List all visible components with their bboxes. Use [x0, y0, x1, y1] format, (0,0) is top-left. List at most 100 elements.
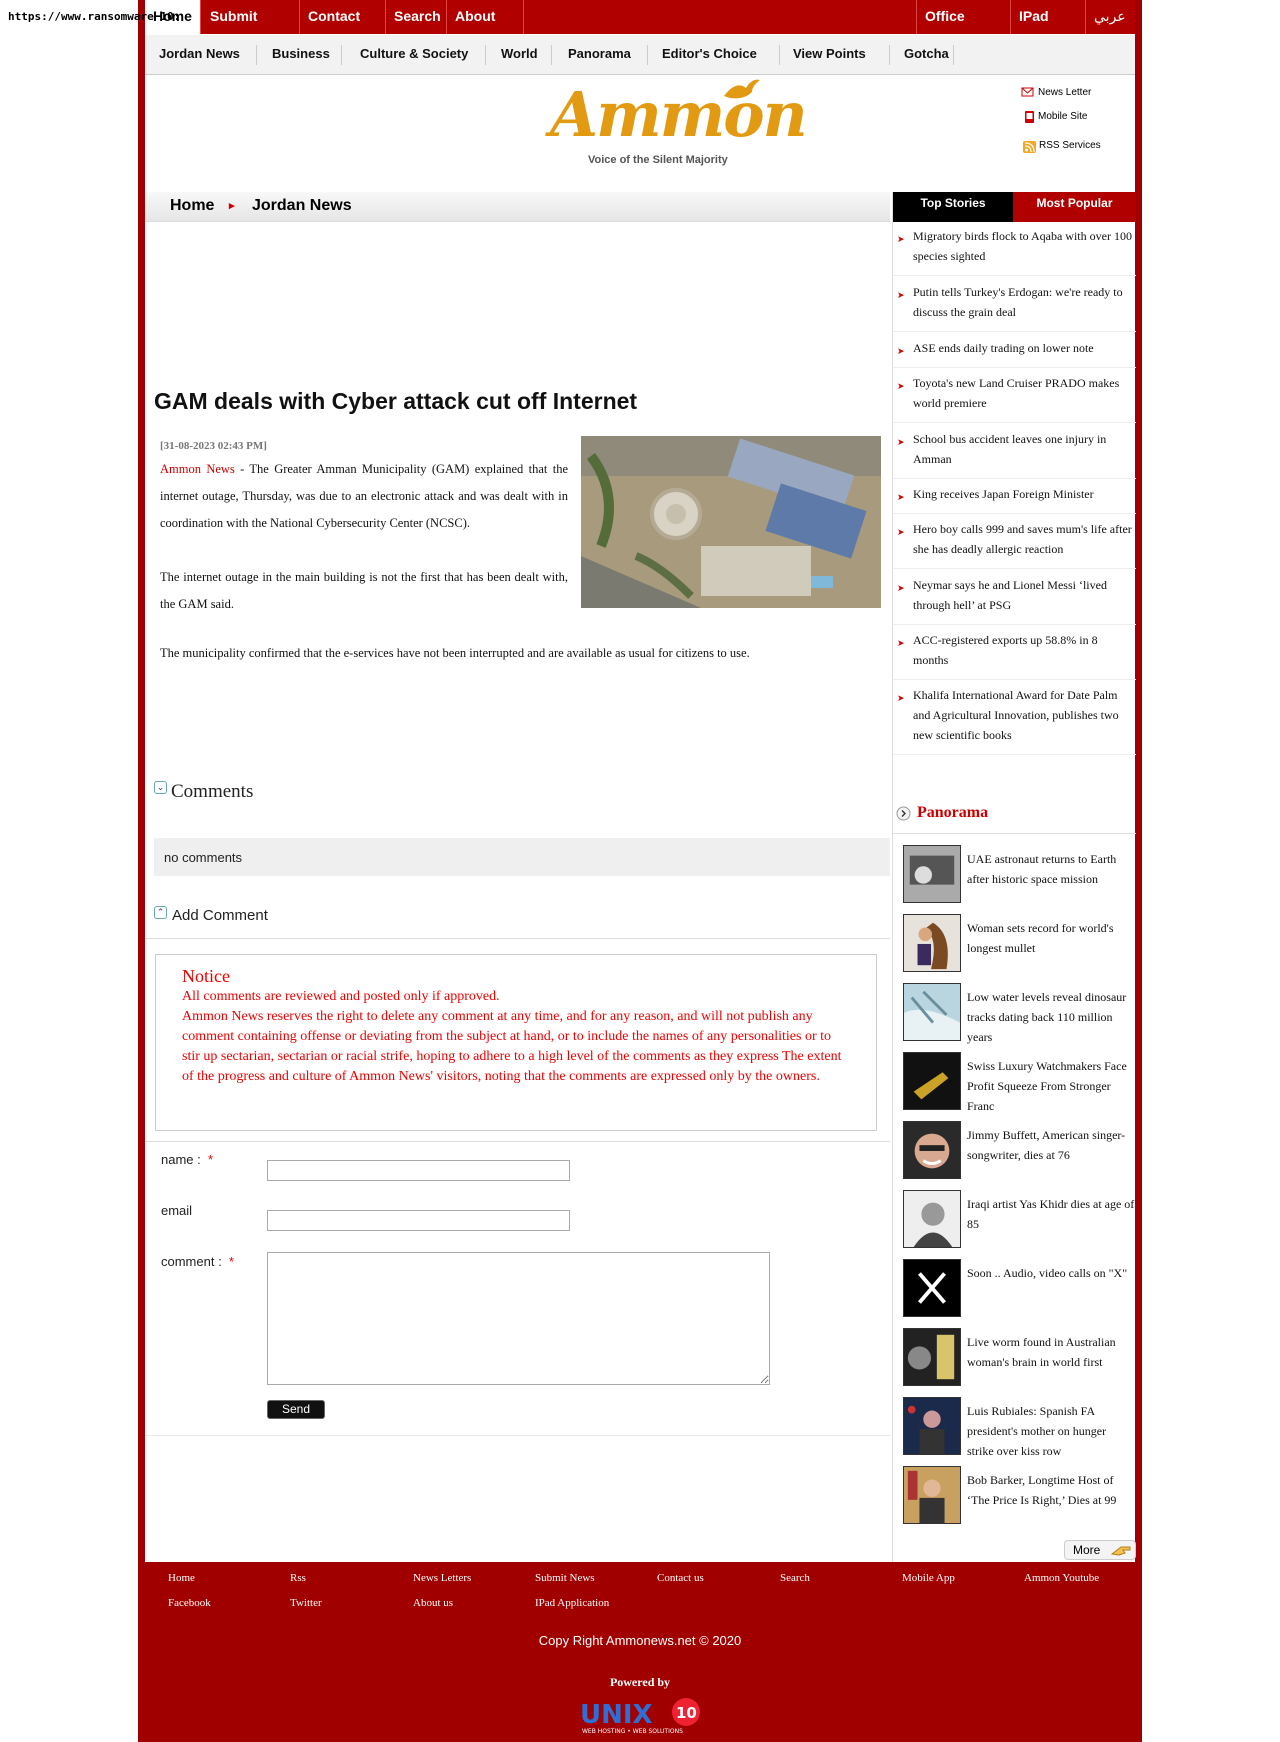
nav-view-points[interactable]: View Points [793, 46, 866, 61]
mobile-icon [1025, 111, 1034, 123]
nav-culture-society[interactable]: Culture & Society [360, 46, 468, 61]
arrow-icon: ➤ [897, 381, 905, 391]
footer-link-youtube[interactable]: Ammon Youtube [1024, 1572, 1099, 1584]
comment-textarea[interactable] [267, 1252, 770, 1385]
footer-link-facebook[interactable]: Facebook [168, 1597, 211, 1609]
expand-icon[interactable]: ⌃ [154, 906, 167, 919]
email-field[interactable] [267, 1210, 570, 1231]
panorama-item-title: Woman sets record for world's longest mu… [967, 921, 1114, 955]
site-logo[interactable]: Ammon Voice of the Silent Majority [550, 78, 808, 170]
nav-editors-choice[interactable]: Editor's Choice [662, 46, 757, 61]
tab-top-stories[interactable]: Top Stories [893, 192, 1013, 222]
footer-link-newsletters[interactable]: News Letters [413, 1572, 471, 1584]
panorama-item[interactable]: Swiss Luxury Watchmakers Face Profit Squ… [903, 1052, 1133, 1113]
arrow-icon: ➤ [897, 492, 905, 502]
thumbnail-image [903, 845, 961, 903]
panorama-item-title: Iraqi artist Yas Khidr dies at age of 85 [967, 1197, 1135, 1231]
arrow-icon: ➤ [897, 527, 905, 537]
panorama-item[interactable]: Bob Barker, Longtime Host of ‘The Price … [903, 1466, 1133, 1524]
footer-link-search[interactable]: Search [780, 1572, 810, 1584]
collapse-icon[interactable]: ⌄ [154, 781, 167, 794]
nav-business[interactable]: Business [272, 46, 330, 61]
nav-world[interactable]: World [501, 46, 538, 61]
topnav-search[interactable]: Search [386, 0, 447, 34]
footer-link-about[interactable]: About us [413, 1597, 453, 1609]
notice-title: Notice [182, 966, 230, 986]
top-story-item[interactable]: ➤ Hero boy calls 999 and saves mum's life… [893, 519, 1136, 569]
nav-divider [551, 45, 552, 65]
top-story-item[interactable]: ➤ ASE ends daily trading on lower note [893, 338, 1136, 368]
top-nav: Home Submit News Contact Us Search About… [145, 0, 1135, 57]
divider [145, 1141, 890, 1142]
right-sidebar: Top Stories Most Popular ➤ Migratory bird… [892, 192, 1136, 1562]
panorama-item-title: Swiss Luxury Watchmakers Face Profit Squ… [967, 1059, 1127, 1113]
panorama-item[interactable]: Iraqi artist Yas Khidr dies at age of 85 [903, 1190, 1135, 1248]
arrow-icon: ➤ [897, 583, 905, 593]
send-button[interactable]: Send [267, 1400, 325, 1419]
page-frame: Home Submit News Contact Us Search About… [138, 0, 1142, 1742]
topnav-submit-news[interactable]: Submit News [202, 0, 300, 57]
nav-divider [889, 45, 890, 65]
article-paragraph: The internet outage in the main building… [160, 570, 568, 611]
topnav-contact-us[interactable]: Contact Us [300, 0, 386, 57]
topnav-office-game[interactable]: Office Game [916, 0, 1011, 57]
arrow-icon: ➤ [897, 638, 905, 648]
footer-link-twitter[interactable]: Twitter [290, 1597, 322, 1609]
unix-subtitle: WEB HOSTING • WEB SOLUTIONS [582, 1728, 683, 1735]
nav-gotcha[interactable]: Gotcha [904, 46, 949, 61]
nav-divider [647, 45, 648, 65]
thumbnail-image [903, 914, 961, 972]
topnav-ipad-app[interactable]: IPad App [1011, 0, 1086, 57]
footer-link-ipad[interactable]: IPad Application [535, 1597, 609, 1609]
panorama-item[interactable]: Soon .. Audio, video calls on "X" [903, 1259, 1133, 1317]
panorama-item[interactable]: Woman sets record for world's longest mu… [903, 914, 1133, 972]
top-story-item[interactable]: ➤ School bus accident leaves one injury i… [893, 429, 1136, 479]
top-story-item[interactable]: ➤ King receives Japan Foreign Minister [893, 484, 1136, 514]
panorama-item[interactable]: Jimmy Buffett, American singer-songwrite… [903, 1121, 1133, 1179]
panorama-item[interactable]: Live worm found in Australian woman's br… [903, 1328, 1133, 1386]
footer-link-contact[interactable]: Contact us [657, 1572, 704, 1584]
hand-pointer-icon [1111, 1546, 1131, 1556]
top-story-item[interactable]: ➤ Putin tells Turkey's Erdogan: we're rea… [893, 282, 1136, 332]
more-label: More [1073, 1543, 1101, 1557]
footer-link-home[interactable]: Home [168, 1572, 195, 1584]
thumbnail-image [903, 1328, 961, 1386]
footer-link-submit-news[interactable]: Submit News [535, 1572, 595, 1584]
divider [145, 938, 890, 939]
top-story-item[interactable]: ➤ Neymar says he and Lionel Messi ‘lived … [893, 575, 1136, 625]
newsletter-link[interactable]: News Letter [1038, 87, 1091, 98]
x-logo-icon [903, 1259, 961, 1317]
mobile-site-link[interactable]: Mobile Site [1038, 111, 1087, 122]
topnav-arabic[interactable]: عربي [1086, 0, 1135, 34]
breadcrumb-home[interactable]: Home [170, 197, 214, 215]
tab-most-popular[interactable]: Most Popular [1013, 192, 1136, 222]
top-story-item[interactable]: ➤ ACC-registered exports up 58.8% in 8 mo… [893, 630, 1136, 680]
top-story-item[interactable]: ➤ Khalifa International Award for Date Pa… [893, 685, 1136, 755]
top-story-item[interactable]: ➤ Toyota's new Land Cruiser PRADO makes w… [893, 373, 1136, 423]
name-field[interactable] [267, 1160, 570, 1181]
notice-body: Ammon News reserves the right to delete … [182, 1009, 842, 1084]
main-nav: Jordan News Business Culture & Society W… [145, 35, 1135, 75]
article-source[interactable]: Ammon News [160, 462, 235, 476]
panorama-item[interactable]: Low water levels reveal dinosaur tracks … [903, 983, 1133, 1044]
unix10-logo[interactable]: UNIX 10 WEB HOSTING • WEB SOLUTIONS [578, 1697, 702, 1735]
panorama-item[interactable]: UAE astronaut returns to Earth after his… [903, 845, 1133, 903]
url-text: https://www.ransomware 10: [8, 10, 181, 23]
nav-jordan-news[interactable]: Jordan News [159, 46, 240, 61]
footer-link-mobile-app[interactable]: Mobile App [902, 1572, 955, 1584]
footer-link-rss[interactable]: Rss [290, 1572, 306, 1584]
panorama-heading[interactable]: Panorama [917, 804, 988, 822]
nav-panorama[interactable]: Panorama [568, 46, 631, 61]
more-button[interactable]: More [1064, 1540, 1136, 1560]
panorama-item[interactable]: Luis Rubiales: Spanish FA president's mo… [903, 1397, 1133, 1458]
top-story-item[interactable]: ➤ Migratory birds flock to Aqaba with ove… [893, 226, 1136, 276]
topnav-about-us[interactable]: About Us [447, 0, 524, 57]
thumbnail-image [903, 983, 961, 1041]
nav-divider [953, 45, 954, 65]
comments-heading: Comments [171, 781, 254, 802]
name-label: name : * [161, 1152, 214, 1167]
rss-link[interactable]: RSS Services [1039, 140, 1101, 151]
breadcrumb-jordan-news[interactable]: Jordan News [252, 197, 352, 215]
arrow-icon: ➤ [897, 437, 905, 447]
no-comments: no comments [154, 838, 890, 876]
